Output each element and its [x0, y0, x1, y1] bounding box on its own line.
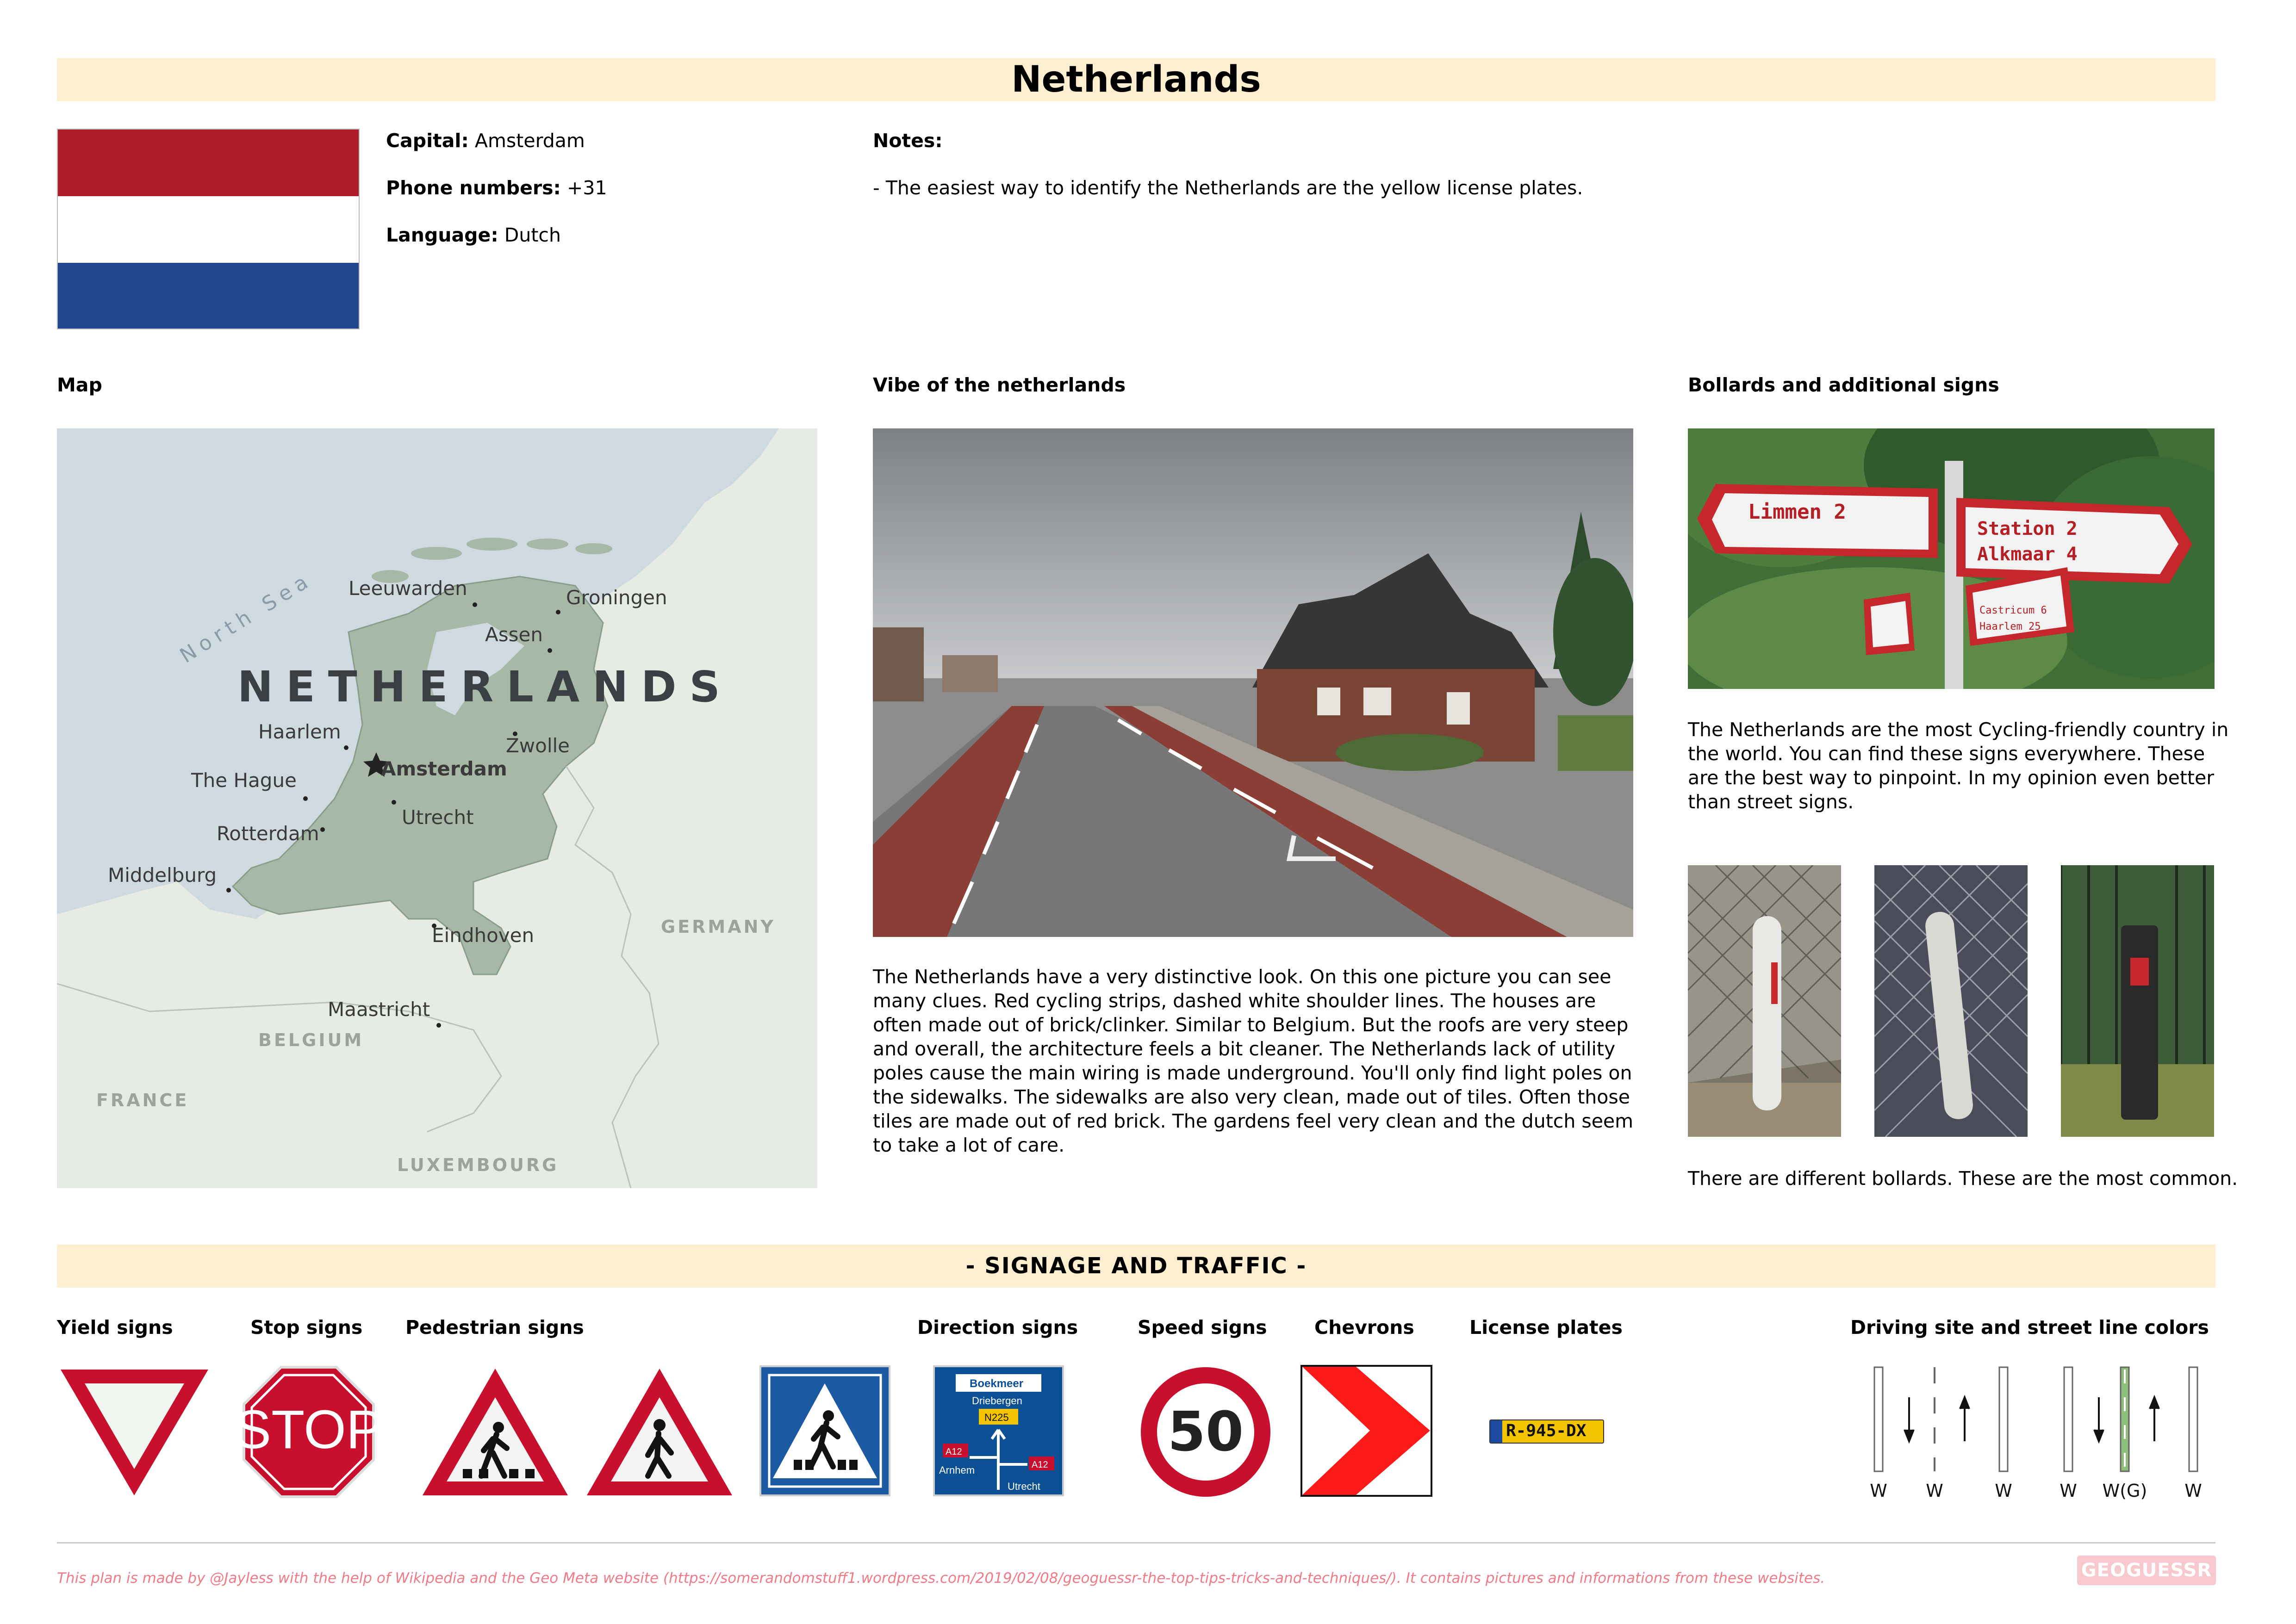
- sign-text: Haarlem 25: [1979, 621, 2041, 632]
- city-label: Assen: [485, 623, 543, 646]
- lane-diagram-green: W W(G) W: [2060, 1366, 2202, 1501]
- map-heading: Map: [57, 374, 102, 396]
- sign-text: Castricum 6: [1979, 605, 2047, 616]
- stop-label: Stop signs: [250, 1316, 363, 1339]
- direction-sign: Boekmeer Driebergen N225 A12 Arnhem A12 …: [933, 1365, 1064, 1496]
- license-plate: R-945-DX: [1489, 1419, 1604, 1444]
- plate-text: R-945-DX: [1506, 1421, 1587, 1440]
- city-label: The Hague: [191, 769, 297, 792]
- direction-text: A12: [946, 1447, 962, 1457]
- chevron-sign: [1300, 1365, 1432, 1497]
- flag-stripe-red: [58, 130, 359, 196]
- lane-label: W: [1995, 1481, 2012, 1501]
- flag: [57, 129, 360, 329]
- phone-label: Phone numbers:: [386, 177, 561, 199]
- logo-text: GEOGUESSR: [2081, 1560, 2212, 1581]
- notes-heading: Notes:: [873, 130, 943, 152]
- neighbor-label: FRANCE: [96, 1090, 189, 1110]
- footer-divider: [57, 1542, 2215, 1543]
- city-label: Groningen: [566, 586, 667, 609]
- lane-diagram-standard: W W W: [1870, 1366, 2012, 1501]
- direction-text: Boekmeer: [970, 1377, 1023, 1390]
- flag-stripe-blue: [58, 263, 359, 329]
- lane-label: W: [2184, 1481, 2202, 1501]
- city-label: Middelburg: [108, 864, 217, 886]
- lane-label: W(G): [2103, 1481, 2147, 1501]
- plates-label: License plates: [1469, 1316, 1623, 1339]
- map-image: North Sea NETHERLANDS Leeuwarden Groning…: [57, 428, 817, 1188]
- city-label: Eindhoven: [432, 924, 534, 947]
- direction-text: Driebergen: [972, 1395, 1022, 1407]
- bollard-photo-1: [1688, 865, 1841, 1137]
- capital-row: Capital: Amsterdam: [386, 130, 585, 152]
- geoguessr-logo: GEOGUESSR: [2077, 1556, 2216, 1585]
- speed-label: Speed signs: [1138, 1316, 1267, 1339]
- neighbor-label: BELGIUM: [258, 1030, 364, 1050]
- sign-text: Alkmaar 4: [1977, 544, 2078, 565]
- sign-text: Limmen 2: [1748, 500, 1846, 524]
- lane-label: W: [1870, 1481, 1887, 1501]
- direction-label: Direction signs: [917, 1316, 1078, 1339]
- page-title: Netherlands: [1011, 59, 1261, 100]
- bollard-photo-3: [2061, 865, 2214, 1137]
- notes-text: - The easiest way to identify the Nether…: [873, 177, 1583, 199]
- speed-value: 50: [1168, 1400, 1244, 1463]
- phone-row: Phone numbers: +31: [386, 177, 607, 199]
- footer-credits: This plan is made by @Jayless with the h…: [57, 1570, 1825, 1587]
- speed-sign: 50: [1141, 1367, 1270, 1497]
- language-row: Language: Dutch: [386, 224, 561, 246]
- city-label: Zwolle: [506, 734, 570, 757]
- vibe-text: The Netherlands have a very distinctive …: [873, 966, 1634, 1156]
- pedestrian-warning-sign: [587, 1369, 732, 1495]
- direction-text: N225: [984, 1412, 1009, 1423]
- neighbor-label: GERMANY: [661, 917, 776, 937]
- city-label: Rotterdam: [217, 822, 319, 845]
- capital-label: Capital:: [386, 130, 469, 152]
- city-label: Utrecht: [402, 806, 474, 829]
- signage-band: - SIGNAGE AND TRAFFIC -: [57, 1245, 2215, 1288]
- bollards-text: The Netherlands are the most Cycling-fri…: [1688, 719, 2229, 813]
- yield-sign: [61, 1370, 208, 1495]
- bicycle-signs-photo: Limmen 2 Station 2 Alkmaar 4 Castricum 6…: [1688, 428, 2215, 689]
- chevrons-label: Chevrons: [1314, 1316, 1414, 1339]
- pedestrian-crossing-blue-sign: [759, 1365, 890, 1496]
- phone-value: +31: [567, 177, 607, 199]
- plate-eu-strip: [1490, 1420, 1502, 1443]
- city-label: Amsterdam: [381, 757, 507, 780]
- flag-stripe-white: [58, 196, 359, 263]
- lane-label: W: [2060, 1481, 2077, 1501]
- sign-text: Station 2: [1977, 518, 2078, 539]
- capital-value: Amsterdam: [474, 130, 585, 152]
- stop-sign: STOP: [242, 1366, 376, 1498]
- bollards-heading: Bollards and additional signs: [1688, 374, 1999, 396]
- language-label: Language:: [386, 224, 498, 246]
- pedestrian-label: Pedestrian signs: [405, 1316, 584, 1339]
- stop-text: STOP: [242, 1399, 376, 1460]
- title-band: Netherlands: [57, 58, 2215, 101]
- driving-label: Driving site and street line colors: [1850, 1316, 2209, 1339]
- city-label: Leeuwarden: [348, 577, 467, 600]
- signage-heading: - SIGNAGE AND TRAFFIC -: [965, 1253, 1307, 1279]
- direction-text: Arnhem: [939, 1464, 975, 1476]
- city-label: Haarlem: [258, 720, 341, 743]
- lane-label: W: [1926, 1481, 1943, 1501]
- language-value: Dutch: [504, 224, 561, 246]
- pedestrian-crossing-sign: [423, 1369, 568, 1495]
- bollards-caption: There are different bollards. These are …: [1688, 1167, 2238, 1190]
- city-label: Maastricht: [328, 998, 430, 1021]
- direction-text: A12: [1032, 1460, 1048, 1470]
- neighbor-label: LUXEMBOURG: [397, 1155, 559, 1175]
- vibe-heading: Vibe of the netherlands: [873, 374, 1126, 396]
- bollard-photo-2: [1874, 865, 2028, 1137]
- yield-label: Yield signs: [57, 1316, 173, 1339]
- map-country-label: NETHERLANDS: [237, 662, 733, 712]
- direction-text: Utrecht: [1008, 1481, 1040, 1492]
- vibe-photo: [873, 428, 1633, 937]
